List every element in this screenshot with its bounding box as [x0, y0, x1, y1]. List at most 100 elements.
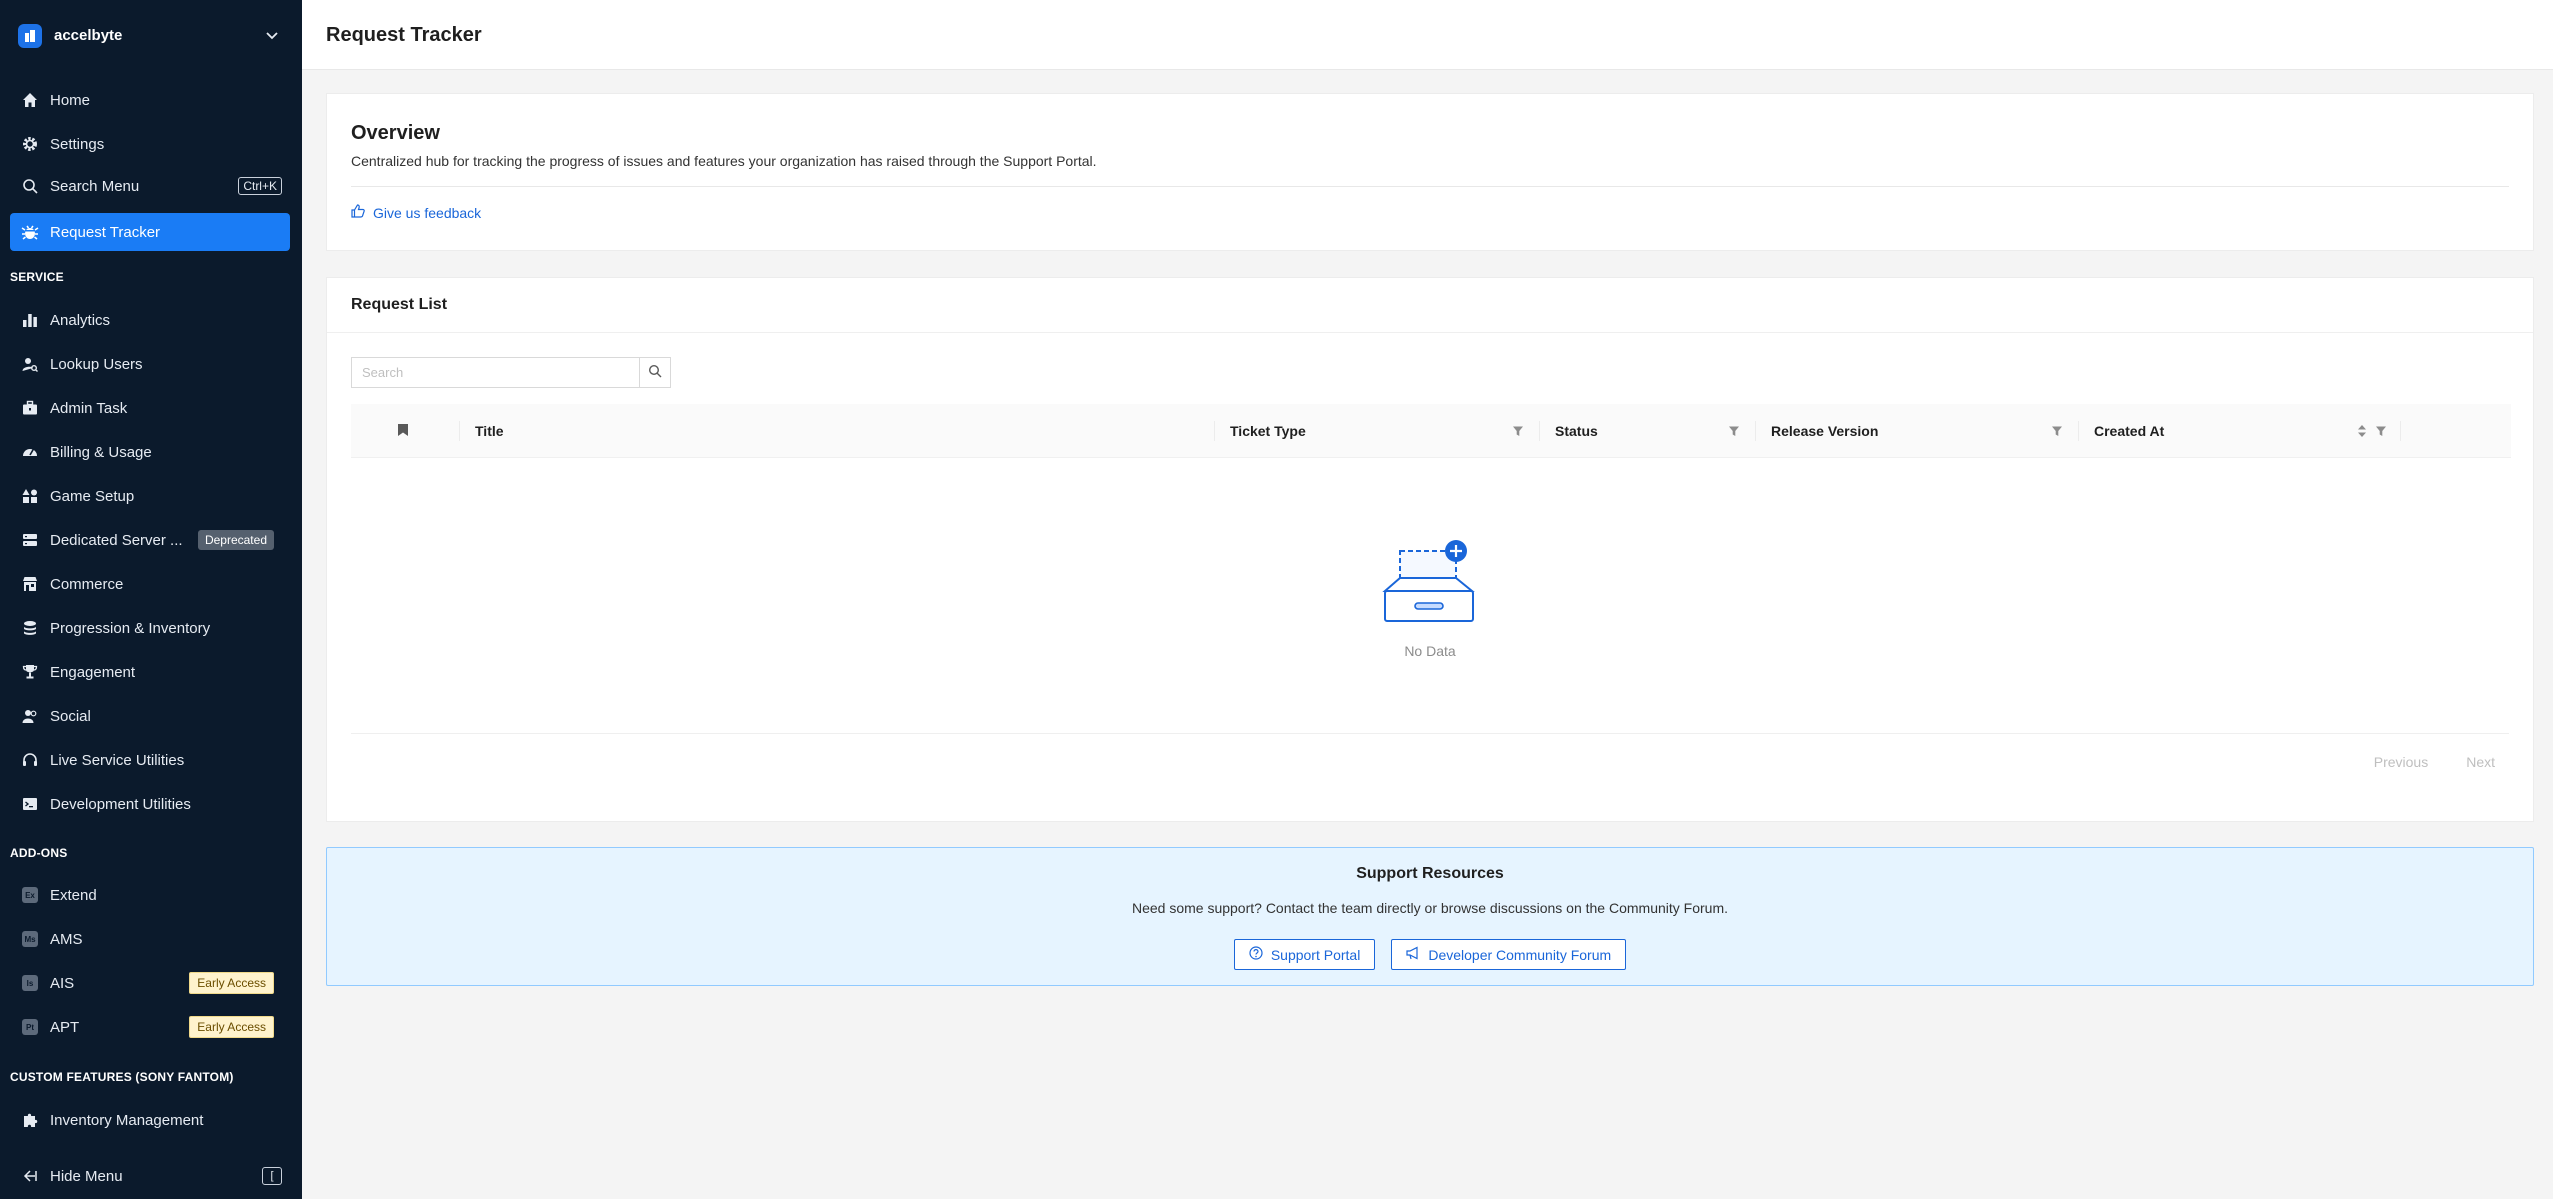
- briefcase-icon: [20, 398, 40, 418]
- filter-icon[interactable]: [2051, 424, 2063, 442]
- feedback-link[interactable]: Give us feedback: [351, 204, 481, 221]
- community-forum-button[interactable]: Developer Community Forum: [1391, 939, 1627, 970]
- nav-dedicated-server[interactable]: Dedicated Server ... Deprecated: [10, 521, 290, 559]
- puzzle-icon: [20, 1110, 40, 1130]
- question-circle-icon: [1249, 946, 1263, 963]
- ams-icon: Ms: [20, 929, 40, 949]
- nav-ams[interactable]: Ms AMS: [10, 920, 290, 958]
- column-separator: [2078, 421, 2079, 441]
- nav-social-label: Social: [50, 707, 91, 725]
- nav-extend-label: Extend: [50, 886, 97, 904]
- section-service: SERVICE: [10, 270, 64, 284]
- nav-search-menu-label: Search Menu: [50, 177, 140, 195]
- section-addons: ADD-ONS: [10, 846, 68, 860]
- apt-icon: Pt: [20, 1017, 40, 1037]
- nav-live-service[interactable]: Live Service Utilities: [10, 741, 290, 779]
- table-header: Title Ticket Type Status Release Version…: [351, 404, 2511, 458]
- nav-live-service-label: Live Service Utilities: [50, 751, 185, 769]
- nav-inventory-management[interactable]: Inventory Management: [10, 1101, 290, 1139]
- layers-icon: [20, 618, 40, 638]
- filter-icon[interactable]: [2375, 424, 2387, 442]
- extend-icon: Ex: [20, 885, 40, 905]
- previous-button[interactable]: Previous: [2374, 754, 2428, 770]
- support-title: Support Resources: [1356, 865, 1504, 882]
- nav-analytics-label: Analytics: [50, 311, 111, 329]
- column-status[interactable]: Status: [1555, 404, 1598, 458]
- nav-analytics[interactable]: Analytics: [10, 301, 290, 339]
- request-list-card: Request List Title Ticket Type Status Re…: [326, 277, 2534, 822]
- nav-settings[interactable]: Settings: [10, 125, 290, 163]
- column-release-version[interactable]: Release Version: [1771, 404, 1878, 458]
- nav-inventory-label: Inventory Management: [50, 1111, 204, 1129]
- divider: [351, 186, 2509, 187]
- feedback-label: Give us feedback: [373, 204, 482, 221]
- nav-home-label: Home: [50, 91, 91, 109]
- empty-text: No Data: [1404, 643, 1456, 659]
- divider: [351, 733, 2509, 734]
- column-separator: [1755, 421, 1756, 441]
- search-icon: [20, 176, 40, 196]
- nav-game-setup-label: Game Setup: [50, 487, 135, 505]
- nav-lookup-users-label: Lookup Users: [50, 355, 143, 373]
- early-access-badge: Early Access: [189, 972, 274, 994]
- ais-icon: Is: [20, 973, 40, 993]
- org-switcher[interactable]: accelbyte: [10, 8, 292, 63]
- support-portal-label: Support Portal: [1270, 946, 1361, 963]
- nav-engagement[interactable]: Engagement: [10, 653, 290, 691]
- support-portal-button[interactable]: Support Portal: [1233, 939, 1376, 970]
- column-title[interactable]: Title: [475, 404, 504, 458]
- sidebar: accelbyte Home Settings Search Menu Ctrl…: [0, 0, 302, 1199]
- filter-icon[interactable]: [1512, 424, 1524, 442]
- nav-apt-label: APT: [50, 1018, 80, 1036]
- hide-menu-button[interactable]: Hide Menu [: [10, 1160, 290, 1192]
- search-input[interactable]: [351, 357, 639, 388]
- nav-settings-label: Settings: [50, 135, 105, 153]
- arrow-left-icon: [20, 1166, 40, 1186]
- overview-description: Centralized hub for tracking the progres…: [351, 153, 1097, 169]
- community-forum-label: Developer Community Forum: [1428, 946, 1612, 963]
- nav-admin-task[interactable]: Admin Task: [10, 389, 290, 427]
- nav-billing[interactable]: Billing & Usage: [10, 433, 290, 471]
- nav-game-setup[interactable]: Game Setup: [10, 477, 290, 515]
- nav-billing-label: Billing & Usage: [50, 443, 152, 461]
- nav-home[interactable]: Home: [10, 81, 290, 119]
- org-name: accelbyte: [54, 27, 123, 44]
- home-icon: [20, 90, 40, 110]
- nav-dev-utilities-label: Development Utilities: [50, 795, 191, 813]
- empty-inbox-icon: [1382, 538, 1478, 633]
- page-title: Request Tracker: [326, 24, 482, 46]
- next-button[interactable]: Next: [2466, 754, 2495, 770]
- bar-chart-icon: [20, 310, 40, 330]
- nav-social[interactable]: Social: [10, 697, 290, 735]
- user-search-icon: [20, 354, 40, 374]
- nav-search-menu[interactable]: Search Menu Ctrl+K: [10, 167, 290, 205]
- nav-apt[interactable]: Pt APT Early Access: [10, 1008, 290, 1046]
- nav-ais-label: AIS: [50, 974, 75, 992]
- nav-commerce[interactable]: Commerce: [10, 565, 290, 603]
- megaphone-icon: [1406, 946, 1420, 963]
- nav-admin-task-label: Admin Task: [50, 399, 128, 417]
- headset-icon: [20, 750, 40, 770]
- nav-progression[interactable]: Progression & Inventory: [10, 609, 290, 647]
- nav-dev-utilities[interactable]: Development Utilities: [10, 785, 290, 823]
- top-bar: Request Tracker: [302, 0, 2553, 70]
- filter-icon[interactable]: [1728, 424, 1740, 442]
- terminal-icon: [20, 794, 40, 814]
- nav-ams-label: AMS: [50, 930, 83, 948]
- nav-extend[interactable]: Ex Extend: [10, 876, 290, 914]
- column-created-at[interactable]: Created At: [2094, 404, 2164, 458]
- nav-request-tracker-label: Request Tracker: [50, 223, 161, 241]
- overview-card: Overview Centralized hub for tracking th…: [326, 93, 2534, 251]
- nav-progression-label: Progression & Inventory: [50, 619, 211, 637]
- chevron-down-icon[interactable]: [260, 24, 284, 48]
- column-ticket-type[interactable]: Ticket Type: [1230, 404, 1306, 458]
- bookmark-column-header[interactable]: [397, 404, 409, 458]
- hide-menu-shortcut: [: [262, 1167, 282, 1185]
- bug-icon: [20, 222, 40, 242]
- nav-lookup-users[interactable]: Lookup Users: [10, 345, 290, 383]
- search-button[interactable]: [639, 357, 671, 388]
- nav-request-tracker[interactable]: Request Tracker: [10, 213, 290, 251]
- sort-icon[interactable]: [2357, 424, 2367, 443]
- thumbs-up-icon: [351, 204, 365, 221]
- nav-ais[interactable]: Is AIS Early Access: [10, 964, 290, 1002]
